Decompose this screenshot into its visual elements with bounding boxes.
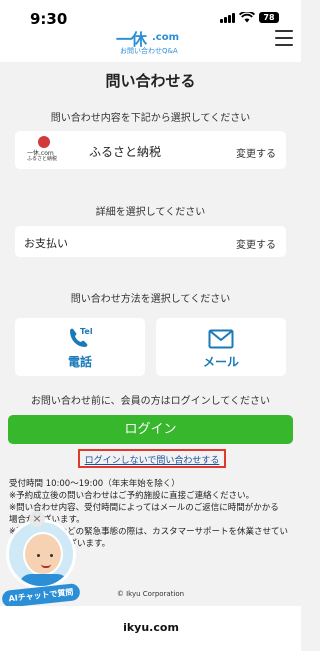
furusato-logo: 一休.com ふるさと納税 [25, 136, 67, 164]
ikyu-logo[interactable]: 一休 .com お問い合わせQ&A [116, 26, 192, 58]
change-detail-link[interactable]: 変更する [236, 236, 276, 251]
notice-line: ※予約成立後の問い合わせはご予約施設に直接ご連絡ください。 [9, 491, 255, 501]
copyright: © Ikyu Corporation [116, 590, 185, 598]
url-field[interactable]: ikyu.com [110, 617, 192, 639]
ai-face-icon [23, 532, 63, 576]
notice-line: 受付時間 10:00〜19:00（年末年始を除く） [9, 479, 180, 489]
guest-inquiry-link[interactable]: ログインしないで問い合わせする [80, 453, 224, 466]
notice-line: ※問い合わせ内容、受付時間によってはメールのご返信に時間がかかる [9, 503, 279, 513]
mail-label: メール [202, 355, 239, 369]
mail-icon [208, 329, 234, 349]
page-title: 問い合わせる [105, 72, 196, 90]
login-button[interactable]: ログイン [8, 415, 293, 444]
phone-icon-text: Tel [80, 327, 93, 336]
site-header: 一休 .com お問い合わせQ&A [0, 24, 301, 62]
method-prompt: 問い合わせ方法を選択してください [70, 294, 231, 305]
logo-subtitle: お問い合わせQ&A [120, 47, 178, 55]
wifi-icon [239, 12, 255, 23]
inquiry-content-prompt: 問い合わせ内容を下記から選択してください [50, 113, 251, 124]
phone-label: 電話 [67, 355, 92, 369]
detail-select-card[interactable]: お支払い 変更する [15, 226, 286, 257]
browser-address-bar: ikyu.com [0, 606, 301, 651]
battery-icon: 78 [259, 12, 279, 23]
mail-method-button[interactable]: メール [156, 318, 286, 376]
ai-chat-close-icon[interactable]: × [29, 511, 45, 527]
service-name: ふるさと納税 [89, 145, 162, 159]
cellular-signal-icon [220, 12, 235, 23]
ai-avatar [6, 519, 76, 589]
change-service-link[interactable]: 変更する [236, 145, 276, 160]
detail-prompt: 詳細を選択してください [95, 207, 206, 218]
login-prompt: お問い合わせ前に、会員の方はログインしてください [30, 396, 271, 407]
hamburger-menu-icon[interactable] [275, 30, 293, 46]
phone-icon: Tel [70, 327, 93, 347]
service-logo-sub: ふるさと納税 [27, 156, 58, 162]
guest-link-highlight: ログインしないで問い合わせする [78, 449, 226, 468]
service-select-card[interactable]: 一休.com ふるさと納税 ふるさと納税 変更する [15, 131, 286, 169]
logo-seal-icon [38, 136, 50, 148]
phone-method-button[interactable]: Tel 電話 [15, 318, 145, 376]
status-icons: 78 [220, 12, 279, 23]
logo-domain: .com [152, 32, 180, 43]
detail-value: お支払い [24, 237, 68, 250]
